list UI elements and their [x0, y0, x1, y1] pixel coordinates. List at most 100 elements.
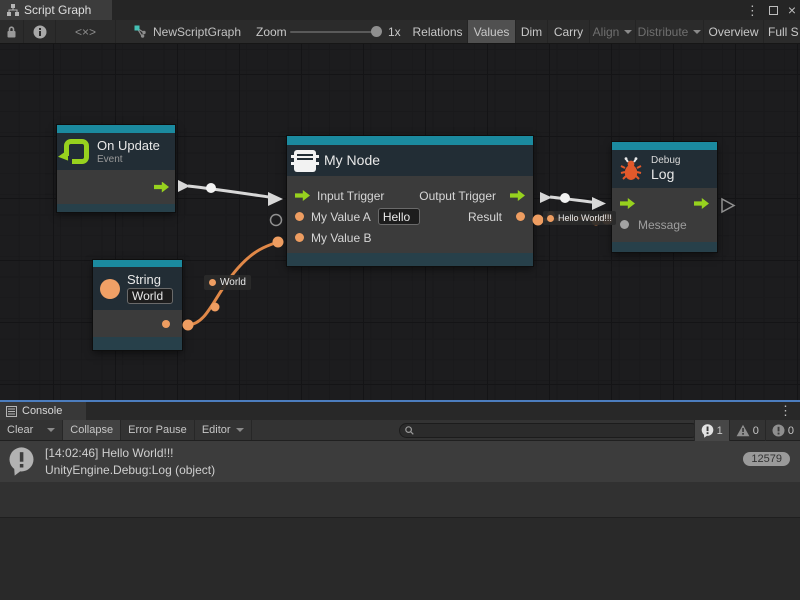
- unity-script-graph-window: Script Graph ⋮ × <×>: [0, 0, 800, 600]
- value-a-port[interactable]: [295, 212, 304, 221]
- node-debug-header: Debug Log: [612, 150, 717, 188]
- error-circle-icon: [772, 424, 785, 437]
- console-log-list[interactable]: [14:02:46] Hello World!!! UnityEngine.De…: [0, 441, 800, 517]
- node-accent-stripe: [612, 142, 717, 150]
- carry-button[interactable]: Carry: [548, 20, 590, 43]
- tab-script-graph-label: Script Graph: [24, 3, 91, 17]
- zoom-label: Zoom: [256, 20, 287, 43]
- relations-button[interactable]: Relations: [408, 20, 468, 43]
- collapse-count-badge: 12579: [743, 452, 790, 466]
- port-label: My Value B: [311, 231, 371, 245]
- console-detail-pane[interactable]: [0, 517, 800, 600]
- string-output-port[interactable]: [162, 320, 170, 328]
- error-pause-toggle[interactable]: Error Pause: [121, 420, 195, 440]
- clear-button[interactable]: Clear: [0, 420, 40, 440]
- string-value-input[interactable]: [127, 288, 173, 304]
- graph-name-label: NewScriptGraph: [153, 25, 241, 39]
- tab-console-label: Console: [22, 405, 62, 417]
- tab-console[interactable]: Console: [0, 402, 86, 420]
- align-label: Align: [593, 25, 620, 39]
- chevron-down-icon: [236, 428, 244, 432]
- zoom-value: 1x: [388, 20, 401, 43]
- code-view-button[interactable]: <×>: [56, 20, 116, 43]
- graph-name-section[interactable]: NewScriptGraph: [134, 20, 241, 43]
- warning-count-toggle[interactable]: 0: [729, 420, 765, 441]
- node-debug-log[interactable]: Debug Log Message: [612, 142, 717, 252]
- editor-dropdown[interactable]: Editor: [195, 420, 252, 440]
- value-tooltip-world: World: [204, 275, 251, 290]
- node-on-update[interactable]: On Update Event: [57, 125, 175, 212]
- search-input[interactable]: [418, 425, 693, 437]
- log-count-toggle[interactable]: 1: [694, 420, 729, 441]
- node-on-update-header: On Update Event: [57, 133, 175, 170]
- port-label: Result: [468, 210, 502, 224]
- console-toolbar: Clear Collapse Error Pause Editor: [0, 420, 800, 441]
- console-counters: 1 0 0: [694, 420, 800, 441]
- tooltip-text: World: [220, 277, 246, 288]
- chevron-down-icon: [47, 428, 55, 432]
- warning-triangle-icon: [736, 424, 750, 437]
- log-input-trigger-port[interactable]: [620, 198, 635, 209]
- window-menu-icon[interactable]: ⋮: [746, 4, 759, 17]
- update-loop-icon: [64, 139, 89, 164]
- bug-icon: [619, 156, 643, 182]
- input-trigger-port[interactable]: [295, 190, 310, 201]
- clear-dropdown[interactable]: [40, 420, 63, 440]
- zoom-slider-handle[interactable]: [371, 26, 382, 37]
- message-port[interactable]: [620, 220, 629, 229]
- chevron-down-icon: [624, 30, 632, 34]
- log-entry[interactable]: [14:02:46] Hello World!!! UnityEngine.De…: [0, 441, 800, 482]
- distribute-label: Distribute: [638, 25, 689, 39]
- result-port[interactable]: [516, 212, 525, 221]
- node-footer: [612, 242, 717, 252]
- console-tab-bar: Console ⋮: [0, 402, 800, 420]
- node-my-node-header: My Node: [287, 145, 533, 176]
- string-literal-icon: [100, 279, 120, 299]
- graph-toolbar: <×> NewScriptGraph Zoom 1x Relations Val…: [0, 20, 800, 44]
- custom-node-icon: [294, 150, 316, 172]
- distribute-dropdown[interactable]: Distribute: [636, 20, 704, 43]
- log-entry-line1: [14:02:46] Hello World!!!: [45, 445, 215, 462]
- window-controls: ⋮ ×: [746, 0, 796, 20]
- align-dropdown[interactable]: Align: [590, 20, 636, 43]
- node-title: Log: [651, 166, 680, 183]
- console-search[interactable]: [399, 423, 699, 438]
- info-button[interactable]: [24, 20, 56, 43]
- collapse-toggle[interactable]: Collapse: [63, 420, 121, 440]
- log-entry-bubble-icon: [8, 447, 35, 476]
- editor-label: Editor: [202, 424, 231, 436]
- code-icon: <×>: [75, 25, 96, 39]
- values-button[interactable]: Values: [468, 20, 516, 43]
- close-icon[interactable]: ×: [788, 3, 796, 17]
- port-label: Input Trigger: [317, 189, 384, 203]
- maximize-icon[interactable]: [769, 6, 778, 15]
- tab-script-graph[interactable]: Script Graph: [0, 0, 112, 20]
- port-label: My Value A: [311, 210, 371, 224]
- log-count: 1: [717, 425, 723, 437]
- dim-button[interactable]: Dim: [516, 20, 548, 43]
- node-accent-stripe: [93, 260, 182, 267]
- tooltip-text: Hello World!!!: [558, 213, 612, 223]
- output-trigger-port[interactable]: [510, 190, 525, 201]
- value-b-port[interactable]: [295, 233, 304, 242]
- fullscreen-button[interactable]: Full S: [768, 20, 800, 43]
- graph-hierarchy-icon: [7, 4, 19, 16]
- info-icon: [33, 25, 47, 39]
- node-my-node[interactable]: My Node Input Trigger Output Trigger My …: [287, 136, 533, 266]
- node-subtitle: Event: [97, 154, 160, 165]
- overview-button[interactable]: Overview: [704, 20, 764, 43]
- node-footer: [93, 337, 182, 350]
- error-count-toggle[interactable]: 0: [765, 420, 800, 441]
- value-a-input[interactable]: [378, 208, 420, 225]
- trigger-output-port[interactable]: [154, 182, 169, 193]
- node-title: String: [127, 272, 173, 288]
- value-dot-icon: [547, 215, 554, 222]
- node-title: My Node: [324, 152, 380, 169]
- value-tooltip-hello-world: Hello World!!!: [543, 211, 616, 225]
- console-panel: Console ⋮ Clear Collapse Error Pause Edi…: [0, 400, 800, 600]
- log-output-trigger-port[interactable]: [694, 198, 709, 209]
- lock-button[interactable]: [0, 20, 24, 43]
- zoom-slider-track[interactable]: [290, 31, 378, 33]
- node-string[interactable]: String: [93, 260, 182, 350]
- console-menu-icon[interactable]: ⋮: [779, 404, 792, 417]
